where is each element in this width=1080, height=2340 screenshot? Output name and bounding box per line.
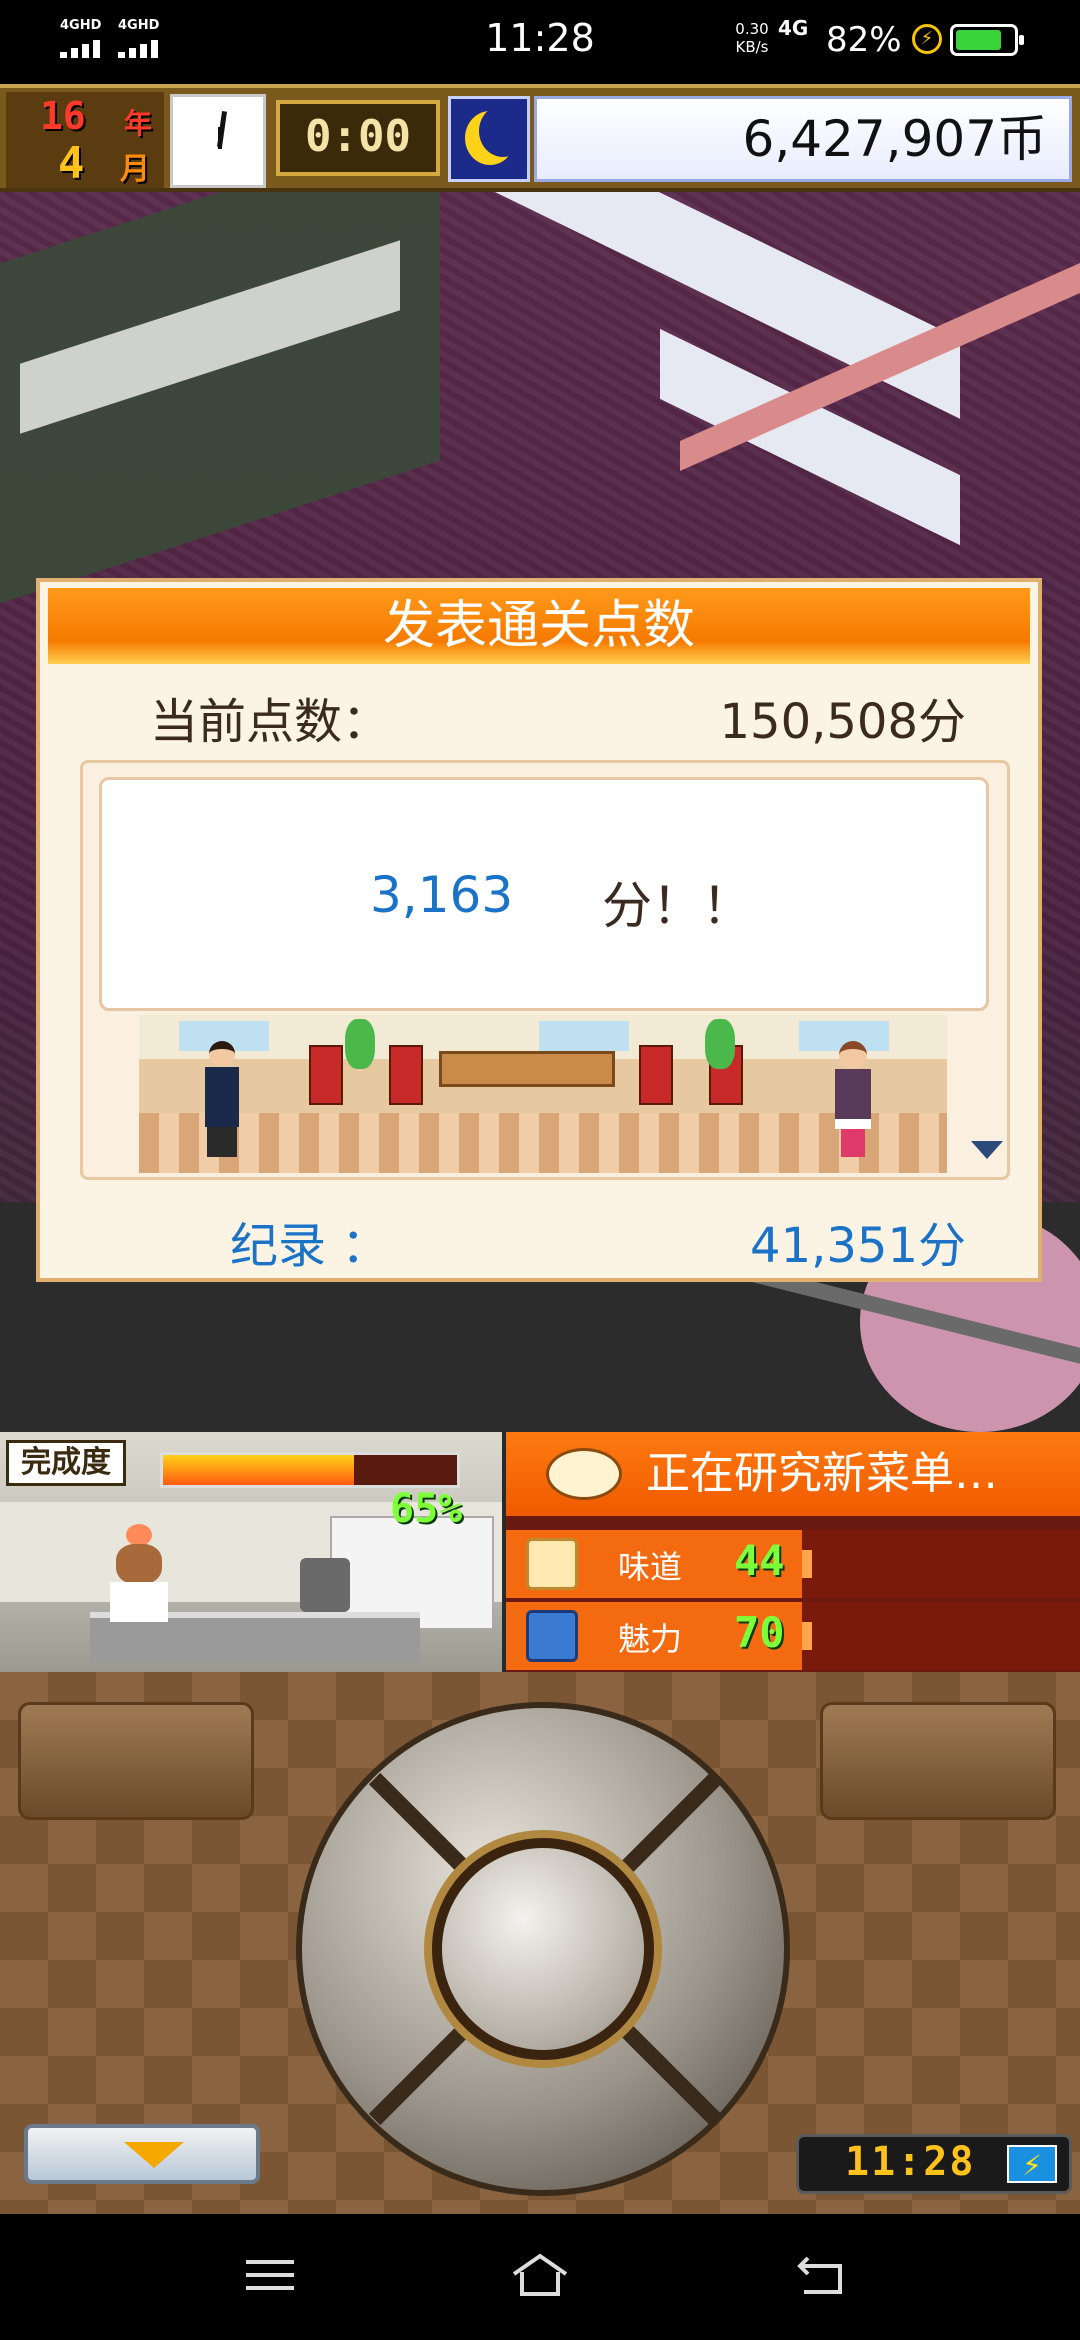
directional-pad[interactable] [296, 1702, 790, 2196]
year-unit: 年 [124, 107, 153, 140]
signal-label-1: 4GHD [60, 18, 102, 33]
message-box: 3,163 分！！ [99, 777, 989, 1011]
message-panel[interactable]: 3,163 分！！ [80, 760, 1010, 1180]
night-moon-icon [448, 96, 530, 182]
game-hud: 16 年 4 月 0:00 6,427,907币 [0, 84, 1080, 192]
chevron-down-icon [124, 2142, 184, 2168]
system-nav-bar [0, 2214, 1080, 2340]
record-value: 41,351分 [750, 1218, 966, 1274]
net-speed-value: 0.30 [735, 20, 769, 38]
completion-progress-fill [163, 1455, 355, 1485]
chair-icon [309, 1045, 343, 1105]
current-points-label: 当前点数： [150, 694, 391, 750]
center-button[interactable] [442, 1848, 644, 2050]
battery-icon [950, 24, 1024, 56]
earned-points-suffix: 分！！ [602, 877, 752, 935]
completion-percent: 65% [390, 1486, 463, 1532]
stat-value: 44 [734, 1536, 785, 1585]
restaurant-illustration [139, 1015, 947, 1173]
completion-label: 完成度 [6, 1440, 126, 1486]
net-speed: 0.30 KB/s [720, 20, 784, 56]
window-icon [539, 1021, 629, 1051]
chair-icon [389, 1045, 423, 1105]
stat-row-taste: 味道 44 [506, 1530, 1080, 1598]
virtual-controller: 11:28 ⚡ [0, 1672, 1080, 2214]
right-shoulder-button[interactable] [820, 1702, 1056, 1820]
continue-arrow-icon[interactable] [971, 1141, 1003, 1159]
battery-fill [956, 30, 1001, 50]
status-bar: 4GHD 4GHD 11:28 0.30 KB/s 4G 82% ⚡ [0, 0, 1080, 84]
recent-apps-button[interactable] [240, 2250, 300, 2300]
stat-row-charm: 魅力 70 [506, 1602, 1080, 1670]
net-speed-unit: KB/s [735, 38, 769, 56]
left-shoulder-button[interactable] [18, 1702, 254, 1820]
home-button[interactable] [510, 2250, 570, 2300]
stat-name: 魅力 [618, 1620, 683, 1658]
back-icon [797, 2256, 842, 2294]
network-type: 4G [778, 16, 809, 40]
score-dialog[interactable]: 发表通关点数 当前点数： 150,508分 3,163 分！！ 纪录 ： 41,… [36, 578, 1042, 1282]
chair-icon [639, 1045, 673, 1105]
charging-icon: ⚡ [912, 24, 942, 54]
status-strip: 完成度 65% 正在研究新菜单… 味道 44 魅力 70 [0, 1432, 1080, 1672]
research-panel: 正在研究新菜单… 味道 44 魅力 70 [506, 1432, 1080, 1672]
menu-toggle-button[interactable] [24, 2124, 260, 2184]
stat-bar [802, 1602, 1080, 1670]
waiter-character-icon [199, 1041, 243, 1161]
current-points-value: 150,508分 [719, 694, 967, 750]
taste-icon [526, 1538, 578, 1590]
record-label: 纪录 ： [230, 1218, 390, 1274]
charm-icon [526, 1610, 578, 1662]
speed-icon[interactable]: ⚡ [1007, 2145, 1057, 2183]
plant-icon [345, 1019, 375, 1069]
kitchen-progress-panel: 完成度 65% [0, 1432, 502, 1672]
back-button[interactable] [792, 2250, 852, 2300]
controller-clock: 11:28 ⚡ [796, 2134, 1072, 2194]
month-unit: 月 [120, 152, 150, 187]
earned-points: 3,163 [370, 866, 514, 924]
pot-icon [300, 1558, 350, 1612]
stat-bar [802, 1530, 1080, 1598]
stat-value: 70 [734, 1608, 785, 1657]
date-panel: 16 年 4 月 [6, 92, 164, 189]
chef-character-icon [104, 1524, 174, 1622]
status-time: 11:28 [485, 16, 595, 60]
signal-icon-1: 4GHD [60, 18, 122, 62]
stat-name: 味道 [618, 1548, 683, 1586]
month-value: 4 [58, 138, 85, 189]
home-icon [512, 2253, 568, 2296]
dish-icon [546, 1448, 622, 1500]
dining-table-icon [439, 1051, 615, 1087]
completion-progress-bar [160, 1452, 460, 1488]
controller-clock-time: 11:28 [845, 2139, 976, 2185]
clock-icon [170, 94, 266, 188]
money-display: 6,427,907币 [534, 96, 1072, 182]
dialog-title: 发表通关点数 [48, 588, 1030, 664]
waitress-character-icon [831, 1041, 875, 1161]
year-value: 16 [40, 94, 86, 138]
plant-icon [705, 1019, 735, 1069]
signal-icon-2: 4GHD [118, 18, 180, 62]
game-time: 0:00 [276, 100, 440, 176]
signal-label-2: 4GHD [118, 18, 160, 33]
battery-percent: 82% [826, 20, 902, 60]
